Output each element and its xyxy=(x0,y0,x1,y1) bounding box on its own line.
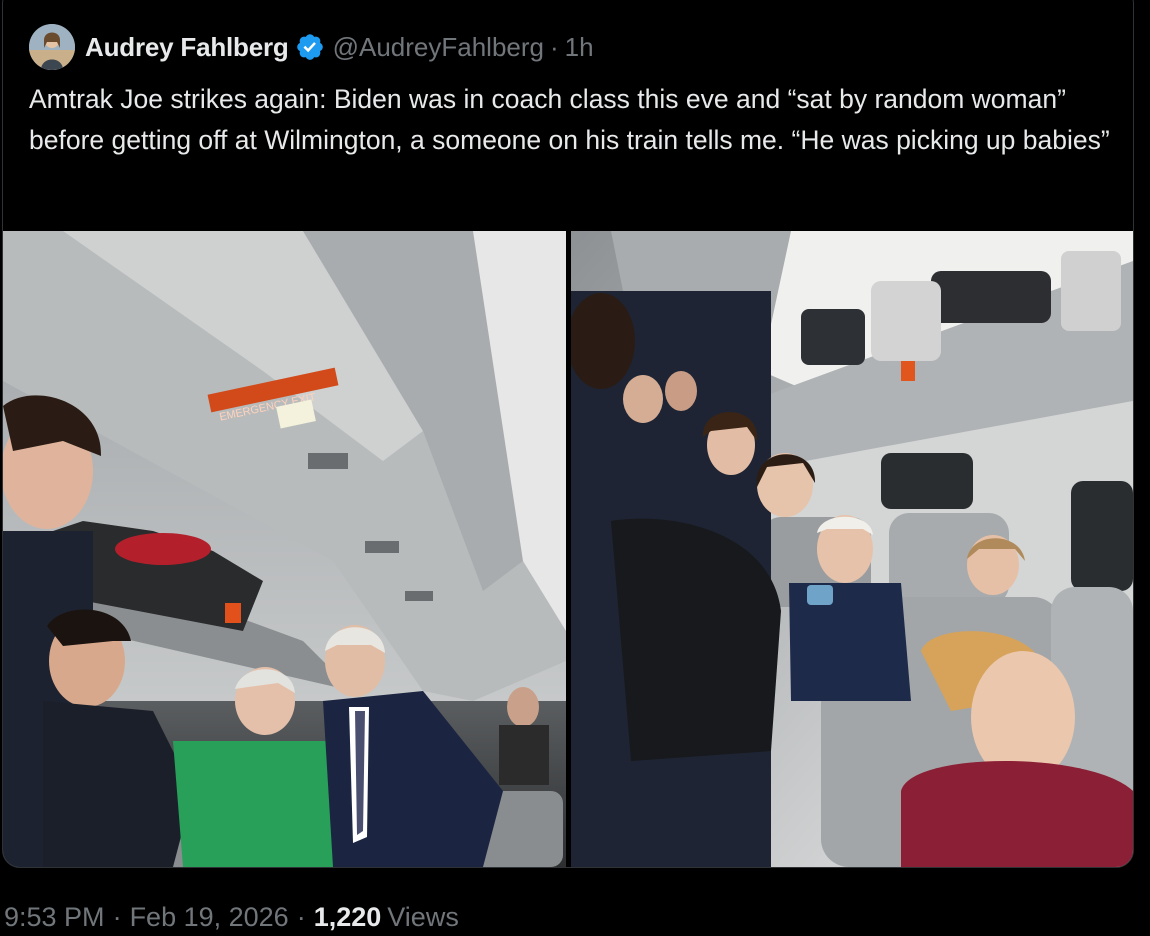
photo-right[interactable] xyxy=(571,231,1133,867)
photo-left[interactable]: EMERGENCY EXIT xyxy=(3,231,566,867)
post-time[interactable]: 9:53 PM xyxy=(4,902,105,933)
tweet-media: EMERGENCY EXIT xyxy=(3,231,1133,867)
author-name[interactable]: Audrey Fahlberg xyxy=(85,32,289,63)
views-count: 1,220 xyxy=(313,902,382,932)
views-label: Views xyxy=(387,902,459,932)
post-date[interactable]: Feb 19, 2026 xyxy=(130,902,289,933)
author-handle[interactable]: @AudreyFahlberg xyxy=(333,32,544,63)
relative-timestamp[interactable]: 1h xyxy=(565,32,594,63)
tweet-text: Amtrak Joe strikes again: Biden was in c… xyxy=(29,84,1110,155)
tweet-card[interactable]: Audrey Fahlberg @AudreyFahlberg · 1h Amt… xyxy=(2,0,1134,868)
avatar[interactable] xyxy=(29,24,75,70)
tweet-footer: 9:53 PM · Feb 19, 2026 · 1,220 Views xyxy=(4,902,459,933)
verified-badge-icon xyxy=(295,32,325,62)
tweet-header: Audrey Fahlberg @AudreyFahlberg · 1h xyxy=(29,23,594,71)
footer-separator-2: · xyxy=(296,902,306,932)
footer-separator: · xyxy=(112,902,122,932)
header-separator: · xyxy=(549,31,559,62)
